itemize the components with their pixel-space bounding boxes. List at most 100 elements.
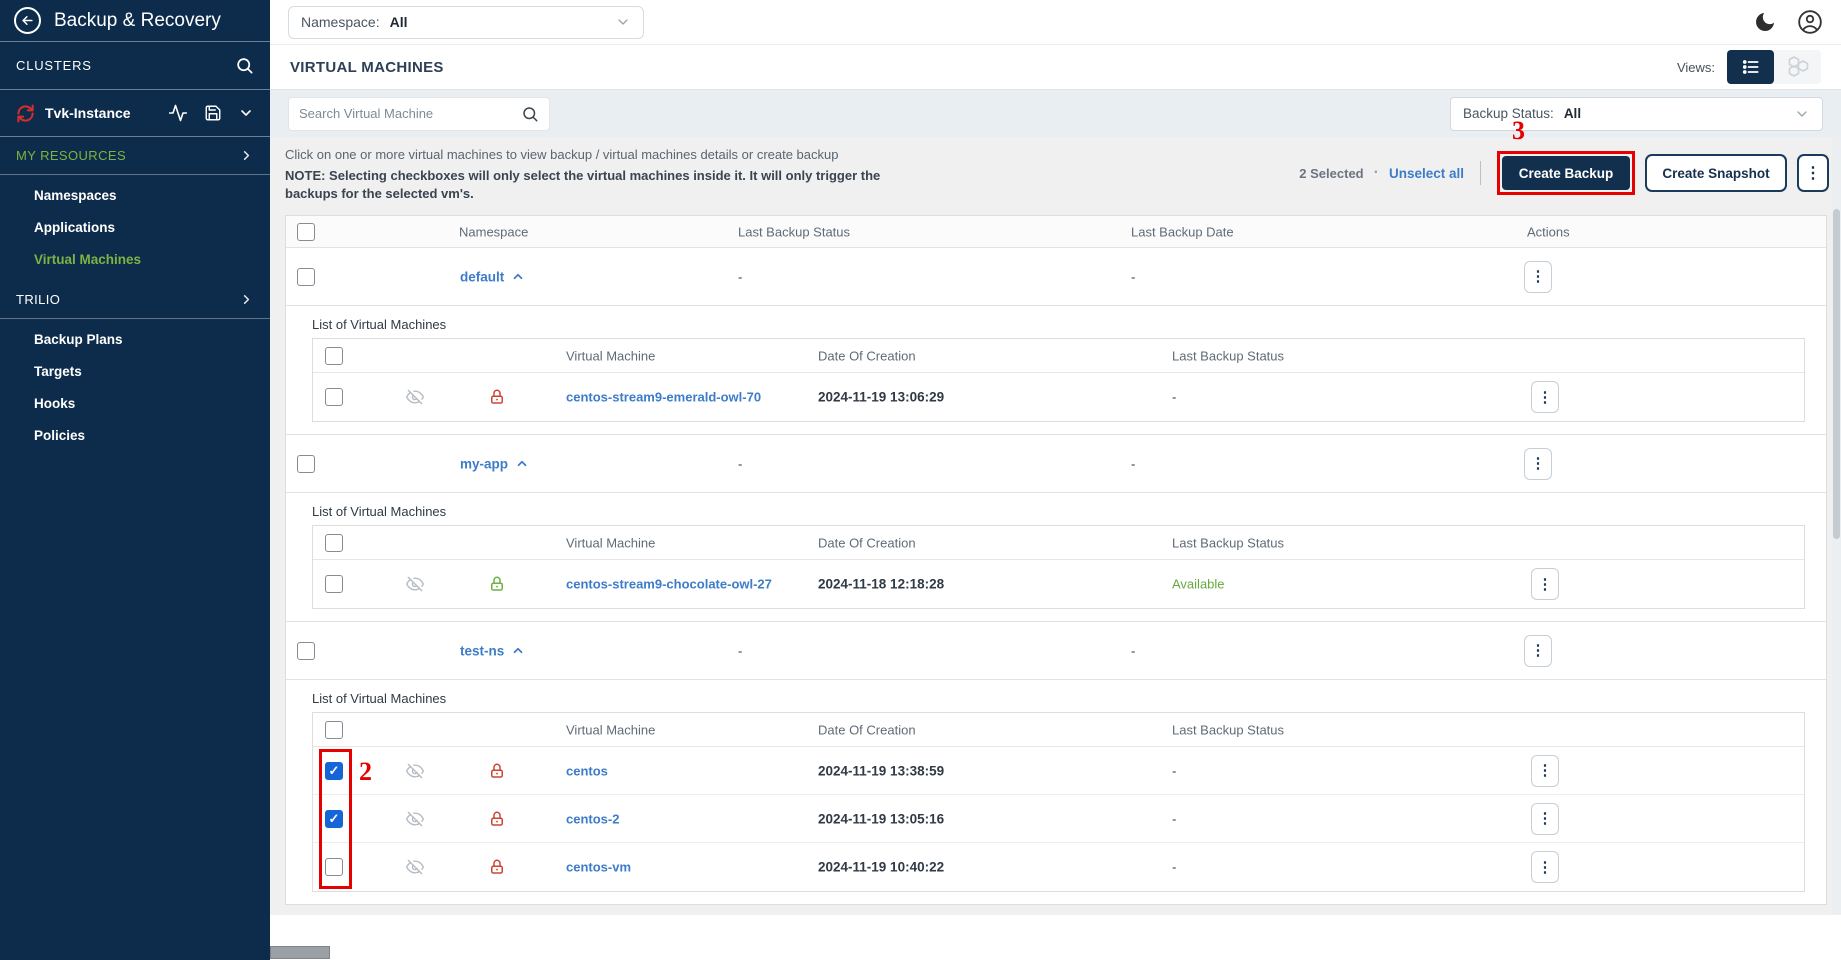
namespace-last-backup-date: - — [1131, 456, 1135, 471]
namespace-dropdown[interactable]: Namespace: All — [288, 6, 644, 39]
section-trilio[interactable]: TRILIO — [0, 281, 270, 319]
select-all-vms-checkbox[interactable] — [325, 347, 343, 365]
vm-actions-kebab[interactable]: ⋮ — [1531, 381, 1559, 413]
col-actions: Actions — [1527, 224, 1570, 239]
vertical-scrollbar[interactable] — [1832, 137, 1841, 915]
list-view-button[interactable] — [1727, 50, 1774, 84]
eye-off-icon — [405, 761, 425, 781]
clusters-row: CLUSTERS — [0, 42, 270, 90]
divider — [1480, 161, 1481, 185]
vm-created-date: 2024-11-19 13:06:29 — [818, 390, 944, 405]
vm-created-date: 2024-11-18 12:18:28 — [818, 577, 944, 592]
vm-checkbox-checked[interactable]: ✓ — [325, 810, 343, 828]
chevron-right-icon — [239, 292, 254, 307]
backup-status-dropdown[interactable]: Backup Status: All — [1450, 97, 1823, 131]
create-backup-button[interactable]: Create Backup — [1502, 156, 1630, 190]
col-last-backup-status: Last Backup Status — [738, 224, 850, 239]
toolbar-kebab-button[interactable]: ⋮ — [1797, 154, 1829, 192]
lock-red-icon — [488, 761, 506, 780]
vm-name-link[interactable]: centos-vm — [566, 860, 631, 875]
vm-actions-kebab[interactable]: ⋮ — [1531, 568, 1559, 600]
honeycomb-view-button[interactable] — [1774, 50, 1821, 84]
namespace-actions-kebab[interactable]: ⋮ — [1524, 635, 1552, 667]
search-icon[interactable] — [521, 105, 539, 123]
sidebar-item-namespaces[interactable]: Namespaces — [0, 179, 270, 211]
vm-actions-kebab[interactable]: ⋮ — [1531, 755, 1559, 787]
namespace-row-default: default - - ⋮ — [286, 248, 1826, 306]
vm-name-link[interactable]: centos-stream9-chocolate-owl-27 — [566, 577, 772, 592]
create-backup-annotation-box: 3 Create Backup — [1497, 151, 1635, 195]
user-account-icon[interactable] — [1797, 9, 1823, 35]
chevron-right-icon — [239, 148, 254, 163]
sidebar-item-backup-plans[interactable]: Backup Plans — [0, 323, 270, 355]
section-my-resources[interactable]: MY RESOURCES — [0, 137, 270, 175]
vm-name-link[interactable]: centos-stream9-emerald-owl-70 — [566, 390, 761, 405]
namespace-checkbox[interactable] — [297, 268, 315, 286]
activity-pulse-icon[interactable] — [168, 103, 188, 123]
col-virtual-machine: Virtual Machine — [566, 348, 655, 363]
selection-toolbar: 2 Selected · Unselect all 3 Create Backu… — [1299, 150, 1829, 196]
sidebar-item-hooks[interactable]: Hooks — [0, 387, 270, 419]
vm-checkbox[interactable] — [325, 575, 343, 593]
namespace-last-backup-status: - — [738, 269, 742, 284]
vm-checkbox[interactable] — [325, 858, 343, 876]
vm-table-header: Virtual Machine Date Of Creation Last Ba… — [313, 713, 1804, 747]
sidebar-item-policies[interactable]: Policies — [0, 419, 270, 451]
vertical-scrollbar-thumb[interactable] — [1833, 209, 1840, 539]
vm-list-title: List of Virtual Machines — [312, 686, 1826, 712]
dark-mode-moon-icon[interactable] — [1753, 10, 1777, 34]
instruction-text: Click on one or more virtual machines to… — [285, 146, 880, 164]
vm-list-panel-test-ns: List of Virtual Machines Virtual Machine… — [286, 680, 1826, 904]
select-all-vms-checkbox[interactable] — [325, 534, 343, 552]
main-area: Namespace: All VIRTUAL MACHINES Views: — [270, 0, 1841, 960]
vm-list-title: List of Virtual Machines — [312, 499, 1826, 525]
sidebar-item-targets[interactable]: Targets — [0, 355, 270, 387]
vm-search-input[interactable] — [299, 106, 521, 121]
select-all-checkbox[interactable] — [297, 223, 315, 241]
sidebar-item-virtual-machines[interactable]: Virtual Machines — [0, 243, 270, 275]
vm-checkbox[interactable] — [325, 388, 343, 406]
lock-green-icon — [488, 575, 506, 594]
vm-actions-kebab[interactable]: ⋮ — [1531, 803, 1559, 835]
sidebar-item-applications[interactable]: Applications — [0, 211, 270, 243]
tvk-logo-icon — [16, 104, 35, 123]
vm-checkbox-checked[interactable]: ✓ — [325, 762, 343, 780]
col-date-of-creation: Date Of Creation — [818, 348, 916, 363]
vm-actions-kebab[interactable]: ⋮ — [1531, 851, 1559, 883]
col-last-backup-date: Last Backup Date — [1131, 224, 1234, 239]
namespace-link[interactable]: default — [460, 269, 525, 284]
lock-red-icon — [488, 809, 506, 828]
col-date-of-creation: Date Of Creation — [818, 535, 916, 550]
unselect-all-link[interactable]: Unselect all — [1389, 166, 1464, 181]
note-text-line2: backups for the selected vm's. — [285, 185, 880, 203]
vm-backup-status: - — [1172, 860, 1176, 875]
save-disk-icon[interactable] — [204, 104, 222, 122]
namespace-value: All — [390, 14, 408, 30]
namespace-last-backup-date: - — [1131, 269, 1135, 284]
vm-row-centos-stream9-emerald-owl-70: centos-stream9-emerald-owl-70 2024-11-19… — [313, 373, 1804, 421]
namespace-actions-kebab[interactable]: ⋮ — [1524, 261, 1552, 293]
namespace-checkbox[interactable] — [297, 642, 315, 660]
vm-name-link[interactable]: centos — [566, 763, 608, 778]
back-arrow-icon[interactable] — [14, 7, 41, 34]
namespace-row-test-ns: test-ns - - ⋮ — [286, 622, 1826, 680]
horizontal-scrollbar-thumb[interactable] — [270, 946, 330, 959]
select-all-vms-checkbox[interactable] — [325, 721, 343, 739]
namespace-actions-kebab[interactable]: ⋮ — [1524, 448, 1552, 480]
vm-name-link[interactable]: centos-2 — [566, 811, 619, 826]
namespace-link[interactable]: my-app — [460, 456, 529, 471]
namespace-checkbox[interactable] — [297, 455, 315, 473]
namespace-link[interactable]: test-ns — [460, 643, 525, 658]
page-title: VIRTUAL MACHINES — [290, 59, 444, 76]
table-header-row: Namespace Last Backup Status Last Backup… — [286, 216, 1826, 248]
clusters-label: CLUSTERS — [16, 58, 92, 73]
backup-status-label: Backup Status: — [1463, 106, 1554, 121]
vm-row-centos-2: ✓ centos-2 2024-11-19 13:05:16 - ⋮ — [313, 795, 1804, 843]
cluster-search-icon[interactable] — [235, 56, 254, 75]
instance-row[interactable]: Tvk-Instance — [0, 90, 270, 137]
eye-off-icon — [405, 809, 425, 829]
create-snapshot-button[interactable]: Create Snapshot — [1645, 154, 1787, 192]
instance-chevron-down-icon[interactable] — [238, 105, 254, 121]
chevron-down-icon — [1794, 106, 1810, 122]
topbar: Namespace: All — [270, 0, 1841, 45]
